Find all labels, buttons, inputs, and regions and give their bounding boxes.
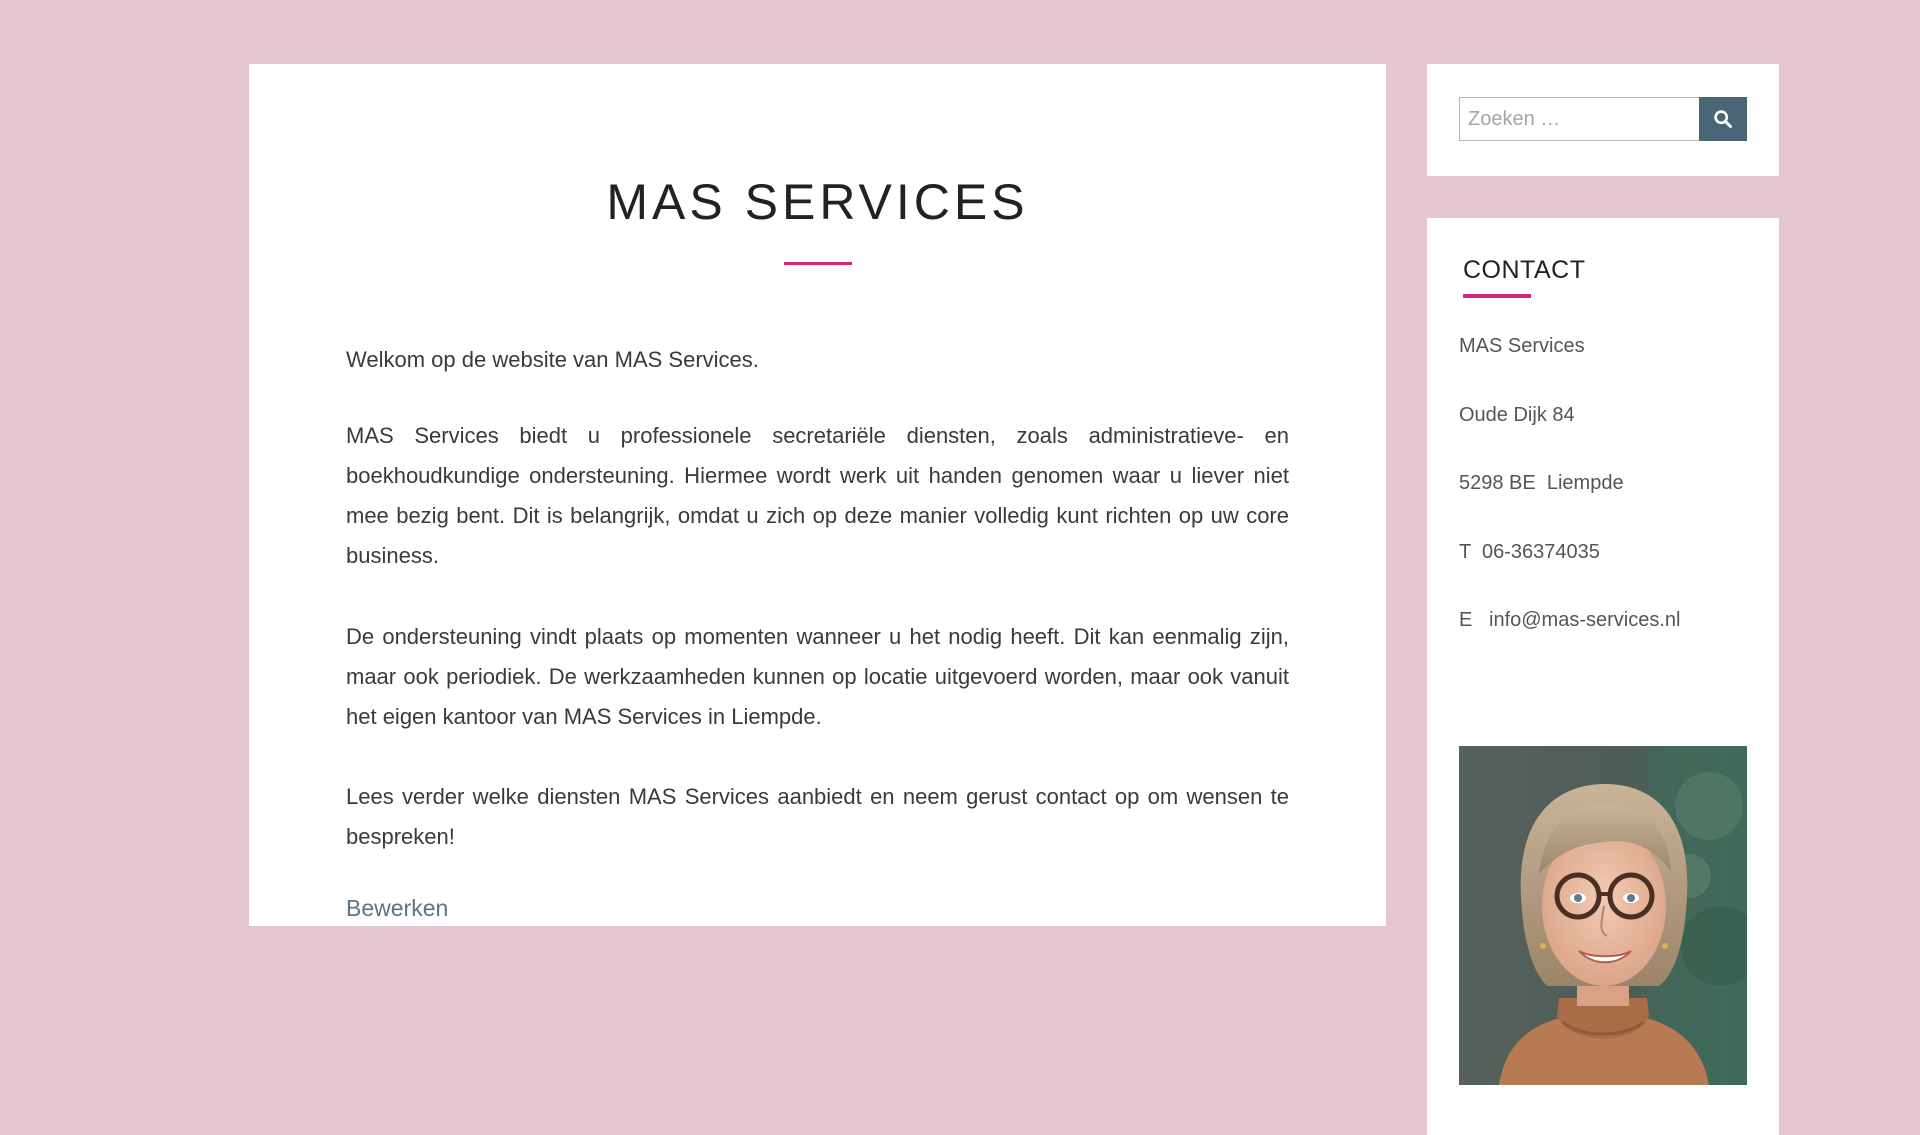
paragraph-contact-invite: Lees verder welke diensten MAS Services … [346,784,1289,849]
search-button[interactable] [1699,97,1747,141]
contact-email: E info@mas-services.nl [1459,609,1681,631]
contact-heading-underline [1463,294,1531,298]
paragraph-support: De ondersteuning vindt plaats op momente… [346,624,1289,729]
page-title: MAS SERVICES [606,174,1029,230]
search-icon [1714,110,1732,128]
contact-widget: CONTACT MAS Services Oude Dijk 84 5298 B… [1427,218,1779,1135]
search-input[interactable] [1459,97,1700,141]
contact-phone: T 06-36374035 [1459,541,1600,563]
contact-street: Oude Dijk 84 [1459,404,1575,426]
search-widget [1427,64,1779,176]
title-underline [784,262,852,265]
portrait-photo [1459,746,1747,1085]
main-content-card: MAS SERVICES Welkom op de website van MA… [249,64,1386,926]
contact-heading: CONTACT [1463,256,1586,284]
contact-company: MAS Services [1459,335,1585,357]
paragraph-services: MAS Services biedt u professionele secre… [346,423,1289,568]
paragraph-welcome: Welkom op de website van MAS Services. [346,347,759,372]
contact-postal-city: 5298 BE Liempde [1459,472,1624,494]
edit-link[interactable]: Bewerken [346,891,448,925]
